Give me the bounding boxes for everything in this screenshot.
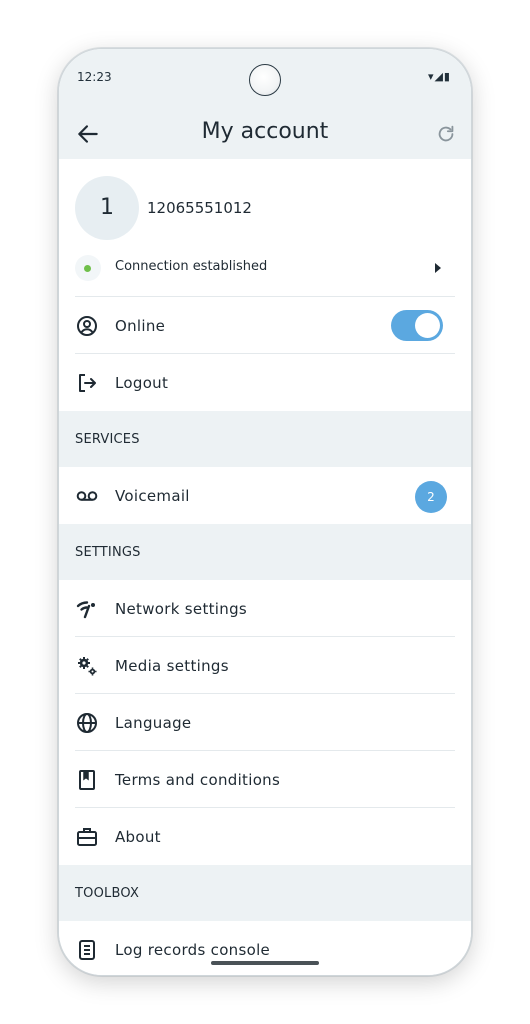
settings-section-header: SETTINGS [59,524,471,580]
refresh-icon[interactable] [435,123,457,145]
toolbox-section-header: TOOLBOX [59,865,471,921]
terms-book-icon [79,770,95,790]
page-title: My account [201,119,329,144]
account-card: 1 12065551012 Connection established [59,159,471,297]
online-label: Online [115,317,166,335]
voicemail-label: Voicemail [115,487,190,505]
language-label: Language [115,714,192,732]
online-toggle[interactable] [391,310,443,341]
services-section-header: SERVICES [59,411,471,467]
user-circle-icon [77,316,97,336]
voicemail-count-badge: 2 [415,481,447,513]
log-records-label: Log records console [115,941,271,959]
language-row[interactable]: Language [59,694,471,751]
media-settings-label: Media settings [115,657,229,675]
log-records-row[interactable]: Log records console [59,921,471,975]
about-row[interactable]: About [59,808,471,865]
network-settings-row[interactable]: Network settings [59,580,471,637]
account-number: 12065551012 [147,199,252,217]
camera-cutout [249,64,281,96]
status-time: 12:23 [77,70,112,84]
logout-icon [79,374,96,392]
account-content: 1 12065551012 Connection established Onl… [59,159,471,975]
gears-icon [78,657,97,676]
about-label: About [115,828,161,846]
settings-header-label: SETTINGS [75,545,141,560]
briefcase-icon [77,828,97,846]
network-settings-label: Network settings [115,600,248,618]
terms-row[interactable]: Terms and conditions [59,751,471,808]
home-indicator[interactable] [211,961,319,965]
log-document-icon [79,940,95,960]
voicemail-icon [76,491,98,501]
media-settings-row[interactable]: Media settings [59,637,471,694]
app-bar: My account [59,111,471,159]
connection-status-label[interactable]: Connection established [115,259,267,274]
terms-label: Terms and conditions [115,771,281,789]
status-icons: ▾◢▮ [427,70,451,83]
logout-label: Logout [115,374,169,392]
connection-expand-arrow-icon[interactable] [435,263,441,273]
online-row[interactable]: Online [59,297,471,354]
network-settings-icon [76,601,95,619]
services-header-label: SERVICES [75,432,140,447]
connection-status-dot [84,265,91,272]
logout-row[interactable]: Logout [59,354,471,411]
globe-icon [77,713,97,733]
top-bar: 12:23 ▾◢▮ My account [59,49,471,159]
avatar: 1 [75,176,139,240]
toolbox-header-label: TOOLBOX [75,886,140,901]
phone-frame: 12:23 ▾◢▮ My account 1 12065551012 Conne… [58,48,472,976]
toggle-knob [415,313,440,338]
voicemail-row[interactable]: Voicemail 2 [59,467,471,524]
